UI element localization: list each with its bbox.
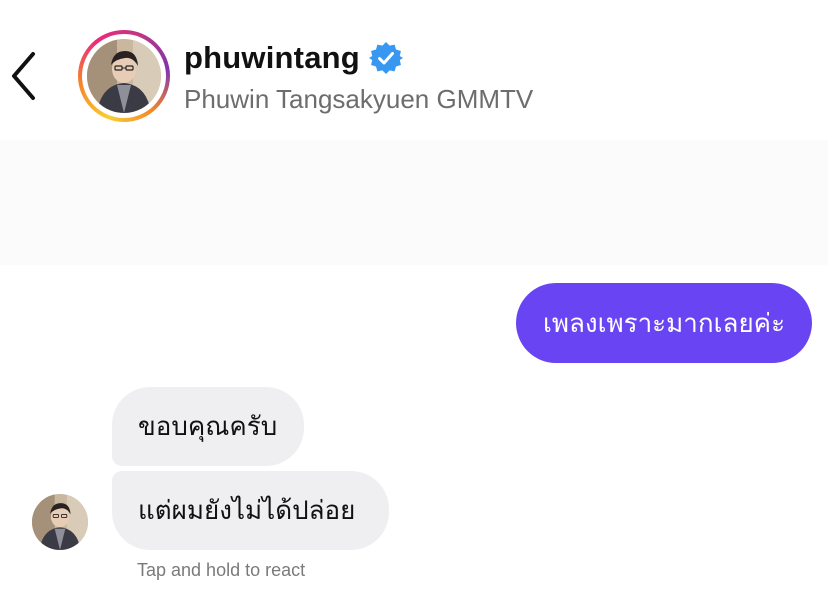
- verified-badge-icon: [368, 41, 403, 75]
- message-text: ขอบคุณครับ: [138, 411, 278, 441]
- avatar-photo: [87, 39, 161, 113]
- username-row[interactable]: phuwintang: [184, 38, 403, 78]
- message-sent[interactable]: เพลงเพราะมากเลยค่ะ: [516, 283, 812, 363]
- sender-avatar[interactable]: [32, 494, 88, 550]
- message-text: เพลงเพราะมากเลยค่ะ: [542, 307, 786, 338]
- react-hint: Tap and hold to react: [137, 560, 306, 580]
- profile-avatar[interactable]: [78, 30, 170, 122]
- full-name: Phuwin Tangsakyuen GMMTV: [184, 84, 534, 114]
- chat-spacer: [0, 140, 828, 265]
- message-text: แต่ผมยังไม่ได้ปล่อย: [138, 495, 356, 525]
- chevron-left-icon: [12, 52, 35, 100]
- back-button[interactable]: [4, 48, 44, 104]
- username: phuwintang: [184, 40, 360, 75]
- conversation-header: phuwintang Phuwin Tangsakyuen GMMTV: [0, 0, 828, 140]
- message-received[interactable]: ขอบคุณครับ: [112, 387, 304, 466]
- message-received[interactable]: แต่ผมยังไม่ได้ปล่อย: [112, 471, 389, 550]
